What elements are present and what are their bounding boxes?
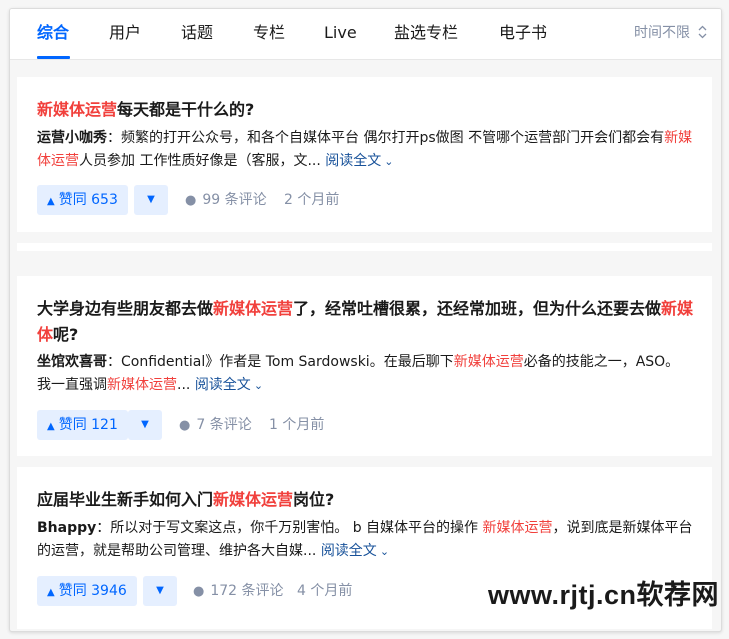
time-filter-dropdown[interactable]: 时间不限 (634, 9, 707, 57)
chevron-down-icon: ⌄ (384, 155, 394, 168)
search-result-card: 新媒体运营每天都是干什么的? 运营小咖秀：频繁的打开公众号，和各个自媒体平台 偶… (17, 77, 712, 232)
author-name: 坐馆欢喜哥 (37, 354, 107, 370)
chevron-updown-icon (698, 25, 707, 41)
upvote-label: 赞同 653 (58, 192, 118, 208)
site-watermark: www.rjtj.cn软荐网 (487, 580, 719, 610)
post-time: 2 个月前 (284, 192, 340, 208)
tab-general[interactable]: 综合 (37, 9, 69, 57)
title-text: 了，经常吐槽很累，还经常加班，但为什么还要去做 (293, 299, 662, 318)
result-excerpt[interactable]: Bhappy：所以对于写文案这点，你千万别害怕。 b 自媒体平台的操作 新媒体运… (37, 517, 697, 563)
chevron-down-icon: ⌄ (253, 379, 264, 392)
post-time: 1 个月前 (269, 417, 325, 433)
author-name: Bhappy (37, 520, 97, 536)
tab-users[interactable]: 用户 (109, 9, 141, 57)
triangle-up-icon: ▲ (47, 587, 55, 598)
post-time: 4 个月前 (297, 583, 353, 599)
comments-button[interactable]: ● 172 条评论 (193, 576, 284, 606)
comment-bubble-icon: ● (193, 584, 205, 599)
triangle-down-icon: ▼ (156, 585, 164, 596)
upvote-button[interactable]: ▲ 赞同 653 (37, 185, 128, 215)
upvote-button[interactable]: ▲ 赞同 3946 (37, 576, 137, 606)
read-more-label: 阅读全文 (194, 377, 251, 393)
title-highlight: 新媒体运营 (37, 100, 118, 119)
time-filter-label: 时间不限 (634, 25, 690, 41)
result-title[interactable]: 应届毕业生新手如何入门新媒体运营岗位? (37, 487, 697, 513)
title-text: 应届毕业生新手如何入门 (37, 490, 214, 509)
downvote-button[interactable]: ▼ (134, 185, 168, 215)
search-results-panel: 综合 用户 话题 专栏 Live 盐选专栏 电子书 时间不限 新媒体运营每天都是… (9, 8, 722, 632)
tab-topics[interactable]: 话题 (181, 9, 213, 57)
title-highlight: 新媒体运营 (213, 299, 294, 318)
comments-button[interactable]: ● 99 条评论 (185, 185, 267, 215)
comments-button[interactable]: ● 7 条评论 (179, 410, 252, 440)
excerpt-highlight: 新媒体运营 (107, 377, 177, 393)
triangle-down-icon: ▼ (147, 194, 155, 205)
upvote-button[interactable]: ▲ 赞同 121 (37, 410, 128, 440)
author-name: 运营小咖秀 (37, 130, 107, 146)
tab-columns[interactable]: 专栏 (253, 9, 285, 57)
comments-count: 172 条评论 (210, 583, 284, 599)
read-more-label: 阅读全文 (320, 543, 377, 559)
search-result-card: 大学身边有些朋友都去做新媒体运营了，经常吐槽很累，还经常加班，但为什么还要去做新… (17, 276, 712, 456)
tab-ebooks[interactable]: 电子书 (499, 9, 547, 57)
triangle-up-icon: ▲ (47, 421, 55, 432)
chevron-down-icon: ⌄ (379, 545, 390, 558)
comment-bubble-icon: ● (179, 418, 191, 433)
excerpt-text: ：Confidential》作者是 Tom Sardowski。在最后聊下 (107, 354, 454, 370)
triangle-down-icon: ▼ (141, 419, 149, 430)
downvote-button[interactable]: ▼ (143, 576, 177, 606)
read-more-link[interactable]: 阅读全文 ⌄ (195, 377, 263, 393)
downvote-button[interactable]: ▼ (128, 410, 162, 440)
read-more-link[interactable]: 阅读全文 ⌄ (325, 153, 393, 169)
excerpt-highlight: 新媒体运营 (482, 520, 553, 536)
comments-count: 99 条评论 (202, 192, 267, 208)
comments-count: 7 条评论 (196, 417, 252, 433)
title-text: 呢? (53, 325, 79, 344)
triangle-up-icon: ▲ (47, 196, 55, 207)
title-highlight: 新媒体运营 (213, 490, 294, 509)
read-more-label: 阅读全文 (325, 153, 382, 169)
title-text: 岗位? (293, 490, 335, 509)
divider-bar (17, 243, 712, 251)
excerpt-highlight: 新媒体运营 (453, 354, 524, 370)
result-excerpt[interactable]: 运营小咖秀：频繁的打开公众号，和各个自媒体平台 偶尔打开ps做图 不管哪个运营部… (37, 127, 697, 173)
title-text: 大学身边有些朋友都去做 (37, 299, 214, 318)
result-title[interactable]: 新媒体运营每天都是干什么的? (37, 97, 697, 123)
excerpt-text: ... (177, 377, 191, 393)
excerpt-text: ：频繁的打开公众号，和各个自媒体平台 偶尔打开ps做图 不管哪个运营部门开会们都… (107, 130, 665, 146)
tab-salt-columns[interactable]: 盐选专栏 (394, 9, 458, 57)
result-excerpt[interactable]: 坐馆欢喜哥：Confidential》作者是 Tom Sardowski。在最后… (37, 351, 697, 397)
tab-live[interactable]: Live (324, 9, 357, 57)
read-more-link[interactable]: 阅读全文 ⌄ (321, 543, 389, 559)
result-title[interactable]: 大学身边有些朋友都去做新媒体运营了，经常吐槽很累，还经常加班，但为什么还要去做新… (37, 296, 697, 348)
upvote-label: 赞同 3946 (58, 583, 127, 599)
excerpt-text: 人员参加 工作性质好像是（客服，文... (79, 153, 321, 169)
search-type-tabs: 综合 用户 话题 专栏 Live 盐选专栏 电子书 时间不限 (10, 9, 721, 60)
title-text: 每天都是干什么的? (117, 100, 255, 119)
excerpt-text: ：所以对于写文案这点，你千万别害怕。 b 自媒体平台的操作 (96, 520, 483, 536)
active-tab-indicator (37, 56, 70, 59)
comment-bubble-icon: ● (185, 193, 197, 208)
upvote-label: 赞同 121 (58, 417, 118, 433)
